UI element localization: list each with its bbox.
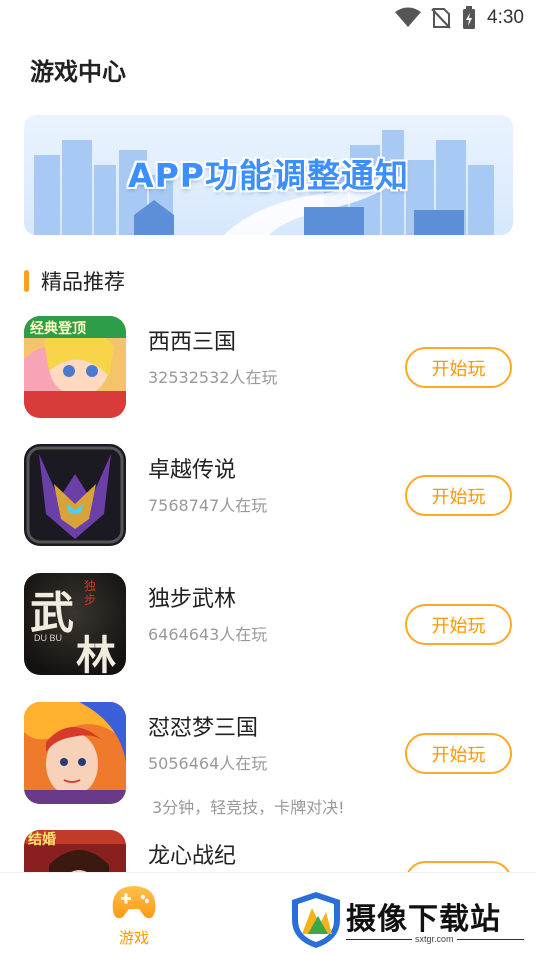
game-list-item[interactable]: 经典登顶 西西三国 32532532人在玩 开始玩 (0, 314, 536, 424)
game-description: 3分钟，轻竞技，卡牌对决! (152, 798, 345, 817)
game-icon-dubu-wulin[interactable]: 武 林 独步 DU BU (24, 573, 126, 675)
game-player-count: 32532532人在玩 (148, 368, 278, 387)
game-name: 西西三国 (148, 330, 237, 355)
watermark-logo: 摄像下载站 sxtgr.com (290, 890, 530, 950)
start-play-button[interactable]: 开始玩 (405, 347, 512, 388)
game-icon-badge-text: 结婚 (28, 832, 56, 848)
watermark-url: sxtgr.com (412, 934, 457, 944)
game-name: 卓越传说 (148, 458, 237, 483)
start-play-button[interactable]: 开始玩 (405, 475, 512, 516)
icon-calligraphy-secondary: 林 (76, 632, 116, 675)
section-header: 精品推荐 (24, 266, 125, 296)
game-player-count: 5056464人在玩 (148, 754, 268, 773)
tab-label-games: 游戏 (118, 929, 149, 947)
game-player-count: 7568747人在玩 (148, 496, 268, 515)
icon-seal-text: 独步 (84, 579, 97, 607)
section-title: 精品推荐 (41, 270, 125, 294)
watermark-text: 摄像下载站 (346, 902, 501, 937)
announcement-banner[interactable]: APP功能调整通知 (24, 115, 513, 235)
start-play-button[interactable]: 开始玩 (405, 733, 512, 774)
clock: 4:30 (487, 7, 524, 28)
game-icon-zhuoyue-chuanshuo[interactable] (24, 444, 126, 546)
game-list-item[interactable]: 卓越传说 7568747人在玩 开始玩 (0, 442, 536, 552)
shield-logo-icon (292, 892, 340, 948)
game-icon-badge-text: 经典登顶 (30, 321, 86, 337)
battery-charging-icon (463, 6, 476, 29)
wifi-icon (395, 7, 422, 27)
game-list-item[interactable]: 怼怼梦三国 5056464人在玩 3分钟，轻竞技，卡牌对决! 开始玩 (0, 700, 536, 817)
game-icon-xixi-sanguo[interactable]: 经典登顶 (24, 316, 126, 418)
game-name: 龙心战纪 (148, 844, 237, 869)
gamepad-icon (112, 886, 156, 919)
banner-title: APP功能调整通知 (128, 156, 409, 195)
game-name: 独步武林 (148, 587, 237, 612)
start-play-button[interactable]: 开始玩 (405, 604, 512, 645)
game-player-count: 6464643人在玩 (148, 625, 268, 644)
no-sim-icon (431, 8, 451, 29)
status-icons: 4:30 (395, 6, 524, 30)
game-name: 怼怼梦三国 (148, 716, 259, 741)
icon-pinyin-text: DU BU (34, 633, 63, 643)
tab-games[interactable]: 游戏 (98, 883, 170, 948)
section-accent-bar (24, 270, 29, 292)
game-icon-duidui-meng-sanguo[interactable] (24, 702, 126, 804)
status-bar: 4:30 (0, 0, 536, 36)
page-title: 游戏中心 (30, 58, 126, 86)
game-list-item[interactable]: 武 林 独步 DU BU 独步武林 6464643人在玩 开始玩 (0, 571, 536, 681)
icon-calligraphy-main: 武 (30, 588, 74, 639)
